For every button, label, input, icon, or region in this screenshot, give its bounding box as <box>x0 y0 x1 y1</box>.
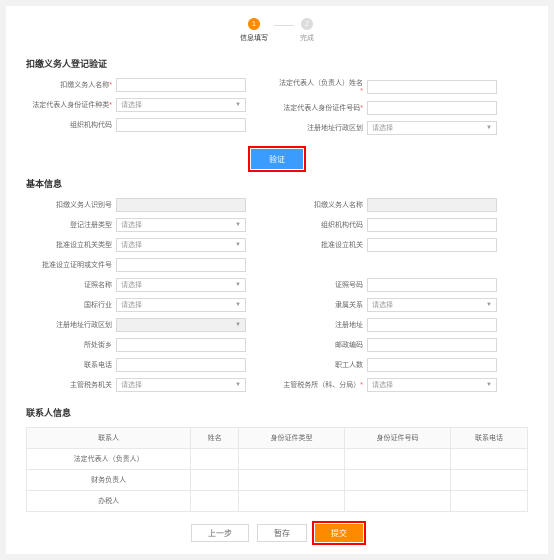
chevron-down-icon: ▼ <box>235 242 241 248</box>
section-title-contact: 联系人信息 <box>26 406 528 419</box>
label-regtype: 登记注册类型 <box>26 220 116 230</box>
chevron-down-icon: ▼ <box>235 102 241 108</box>
select-area[interactable]: 请选择▼ <box>367 121 497 135</box>
label-esfile: 批准设立证明或文件号 <box>26 260 116 270</box>
label-idtype: 法定代表人身份证件种类* <box>26 100 116 110</box>
contact-table: 联系人姓名身份证件类型身份证件号码联系电话 法定代表人（负责人） 财务负责人 办… <box>26 427 528 512</box>
section-title-basic: 基本信息 <box>26 177 528 190</box>
label-orgcode: 组织机构代码 <box>26 120 116 130</box>
select-affil[interactable]: 请选择▼ <box>367 298 497 312</box>
input-regaddr[interactable] <box>367 318 497 332</box>
input-certno[interactable] <box>367 278 497 292</box>
save-button[interactable]: 暂存 <box>257 524 307 542</box>
select-certname[interactable]: 请选择▼ <box>116 278 246 292</box>
input-empcnt[interactable] <box>367 358 497 372</box>
select-industry[interactable]: 请选择▼ <box>116 298 246 312</box>
input-street[interactable] <box>116 338 246 352</box>
label-legal: 法定代表人（负责人）姓名* <box>277 78 367 95</box>
input-idno[interactable] <box>116 198 246 212</box>
step-1-dot: 1 <box>248 18 260 30</box>
label-industry: 国标行业 <box>26 300 116 310</box>
label-name: 扣缴义务人名称* <box>26 80 116 90</box>
step-indicator: 1 信息填写 2 完成 <box>26 18 528 43</box>
label-certname: 证照名称 <box>26 280 116 290</box>
label-taxsub: 主管税务所（科、分局）* <box>277 380 367 390</box>
label-phone: 联系电话 <box>26 360 116 370</box>
table-row[interactable]: 办税人 <box>27 491 528 512</box>
prev-button[interactable]: 上一步 <box>191 524 249 542</box>
label-area: 注册地址行政区划 <box>277 123 367 133</box>
label-regarea: 注册地址行政区划 <box>26 320 116 330</box>
select-idtype[interactable]: 请选择▼ <box>116 98 246 112</box>
label-orgcode2: 组织机构代码 <box>277 220 367 230</box>
step-2-dot: 2 <box>301 18 313 30</box>
section-title-verify: 扣缴义务人登记验证 <box>26 57 528 70</box>
chevron-down-icon: ▼ <box>486 302 492 308</box>
label-estype: 批准设立机关类型 <box>26 240 116 250</box>
label-idnum: 法定代表人身份证件号码* <box>277 103 367 113</box>
table-row[interactable]: 法定代表人（负责人） <box>27 449 528 470</box>
label-postcode: 邮政编码 <box>277 340 367 350</box>
input-name[interactable] <box>116 78 246 92</box>
select-regtype[interactable]: 请选择▼ <box>116 218 246 232</box>
step-2-label: 完成 <box>300 33 314 43</box>
select-taxsub[interactable]: 请选择▼ <box>367 378 497 392</box>
select-estype[interactable]: 请选择▼ <box>116 238 246 252</box>
label-idno: 扣缴义务人识别号 <box>26 200 116 210</box>
label-street: 所处街乡 <box>26 340 116 350</box>
step-connector <box>274 25 294 26</box>
label-empcnt: 职工人数 <box>277 360 367 370</box>
table-row[interactable]: 财务负责人 <box>27 470 528 491</box>
select-taxorg[interactable]: 请选择▼ <box>116 378 246 392</box>
label-regaddr: 注册地址 <box>277 320 367 330</box>
label-taxorg: 主管税务机关 <box>26 380 116 390</box>
input-legal[interactable] <box>367 80 497 94</box>
label-affil: 隶属关系 <box>277 300 367 310</box>
input-orgcode[interactable] <box>116 118 246 132</box>
input-phone[interactable] <box>116 358 246 372</box>
step-1-label: 信息填写 <box>240 33 268 43</box>
select-regarea[interactable]: ▼ <box>116 318 246 332</box>
chevron-down-icon: ▼ <box>235 302 241 308</box>
chevron-down-icon: ▼ <box>235 282 241 288</box>
input-idnum[interactable] <box>367 101 497 115</box>
submit-button[interactable]: 提交 <box>315 524 363 542</box>
label-certno: 证照号码 <box>277 280 367 290</box>
label-name2: 扣缴义务人名称 <box>277 200 367 210</box>
chevron-down-icon: ▼ <box>235 222 241 228</box>
input-name2[interactable] <box>367 198 497 212</box>
input-orgcode2[interactable] <box>367 218 497 232</box>
chevron-down-icon: ▼ <box>235 382 241 388</box>
input-esfile[interactable] <box>116 258 246 272</box>
chevron-down-icon: ▼ <box>235 322 241 328</box>
label-esorg: 批准设立机关 <box>277 240 367 250</box>
chevron-down-icon: ▼ <box>486 125 492 131</box>
input-postcode[interactable] <box>367 338 497 352</box>
table-header: 联系人姓名身份证件类型身份证件号码联系电话 <box>27 428 528 449</box>
chevron-down-icon: ▼ <box>486 382 492 388</box>
input-esorg[interactable] <box>367 238 497 252</box>
verify-button[interactable]: 验证 <box>251 149 303 169</box>
